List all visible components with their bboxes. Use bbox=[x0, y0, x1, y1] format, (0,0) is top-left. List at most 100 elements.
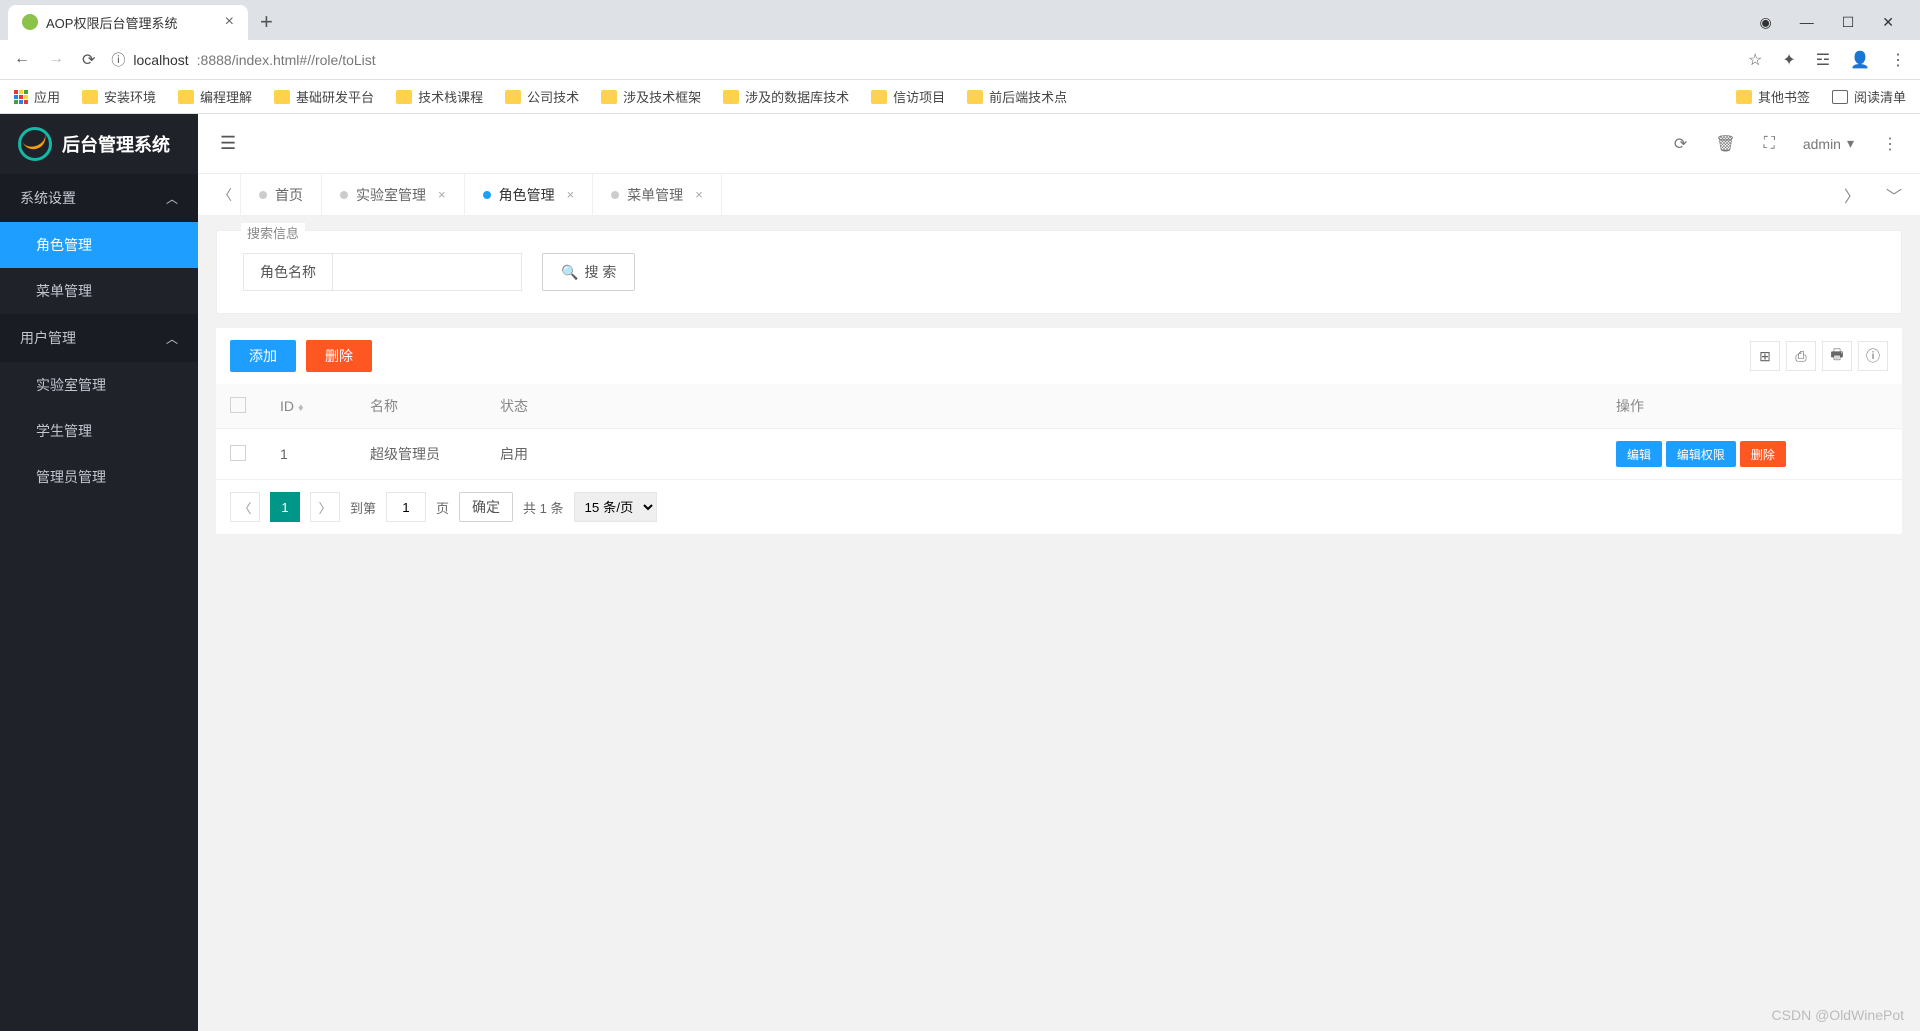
reading-list[interactable]: 阅读清单 bbox=[1832, 87, 1906, 106]
bookmark-item[interactable]: 涉及技术框架 bbox=[601, 87, 701, 106]
export-icon[interactable]: ⎙ bbox=[1786, 341, 1816, 371]
bookmark-item[interactable]: 涉及的数据库技术 bbox=[723, 87, 849, 106]
sidebar-group-user[interactable]: 用户管理 ︿ bbox=[0, 314, 198, 362]
user-dropdown[interactable]: admin ▾ bbox=[1803, 135, 1854, 152]
sidebar-group-system[interactable]: 系统设置 ︿ bbox=[0, 174, 198, 222]
star-icon[interactable]: ☆ bbox=[1748, 50, 1762, 70]
folder-icon bbox=[274, 90, 290, 104]
sidebar: 后台管理系统 系统设置 ︿ 角色管理 菜单管理 用户管理 ︿ 实验室管理 学生管… bbox=[0, 114, 198, 1031]
forward-icon[interactable]: → bbox=[48, 50, 64, 70]
close-tab-icon[interactable]: × bbox=[695, 187, 703, 202]
data-table: ID♦ 名称 状态 操作 1 超级管理员 启用 bbox=[216, 384, 1902, 480]
app-title: 后台管理系统 bbox=[62, 131, 170, 157]
edit-button[interactable]: 编辑 bbox=[1616, 441, 1662, 467]
data-panel: 添加 删除 ⊞ ⎙ 🖶 ⓘ ID♦ 名称 bbox=[216, 328, 1902, 534]
sidebar-item-menu[interactable]: 菜单管理 bbox=[0, 268, 198, 314]
cell-name: 超级管理员 bbox=[356, 429, 486, 480]
menu-icon[interactable]: ⋮ bbox=[1890, 50, 1906, 70]
other-bookmarks[interactable]: 其他书签 bbox=[1736, 87, 1810, 106]
info-icon[interactable]: ⓘ bbox=[1858, 341, 1888, 371]
sidebar-item-lab[interactable]: 实验室管理 bbox=[0, 362, 198, 408]
tab-role[interactable]: 角色管理× bbox=[465, 174, 594, 215]
topbar: ☰ ⟳ 🗑 ⛶ admin ▾ ⋮ bbox=[198, 114, 1920, 174]
tabs-dropdown-icon[interactable]: ﹀ bbox=[1880, 183, 1908, 207]
folder-icon bbox=[396, 90, 412, 104]
close-tab-icon[interactable]: × bbox=[225, 13, 234, 31]
delete-button[interactable]: 删除 bbox=[306, 340, 372, 372]
apps-bookmark[interactable]: 应用 bbox=[14, 87, 60, 106]
search-button[interactable]: 🔍 搜 索 bbox=[542, 253, 635, 291]
next-page-button[interactable]: 〉 bbox=[310, 492, 340, 522]
maximize-icon[interactable]: ☐ bbox=[1842, 14, 1855, 31]
row-checkbox[interactable] bbox=[230, 445, 246, 461]
extensions-icon[interactable]: ✦ bbox=[1782, 50, 1795, 70]
tab-title: AOP权限后台管理系统 bbox=[46, 13, 177, 32]
tabs-scroll-left-icon[interactable]: 〈 bbox=[210, 185, 240, 205]
address-bar[interactable]: ⓘ localhost:8888/index.html#//role/toLis… bbox=[111, 50, 1732, 70]
print-icon[interactable]: 🖶 bbox=[1822, 341, 1852, 371]
new-tab-button[interactable]: + bbox=[260, 9, 273, 35]
chevron-down-icon: ▾ bbox=[1847, 135, 1854, 152]
search-icon: 🔍 bbox=[561, 264, 578, 281]
col-status: 状态 bbox=[486, 384, 1602, 429]
folder-icon bbox=[82, 90, 98, 104]
dot-icon bbox=[483, 191, 491, 199]
chevron-up-icon: ︿ bbox=[166, 330, 178, 347]
page-suffix: 页 bbox=[436, 498, 449, 517]
col-ops: 操作 bbox=[1602, 384, 1902, 429]
sidebar-item-student[interactable]: 学生管理 bbox=[0, 408, 198, 454]
tabs-scroll-right-icon[interactable]: 〉 bbox=[1838, 183, 1866, 207]
prev-page-button[interactable]: 〈 bbox=[230, 492, 260, 522]
sidebar-item-role[interactable]: 角色管理 bbox=[0, 222, 198, 268]
goto-confirm-button[interactable]: 确定 bbox=[459, 492, 513, 522]
back-icon[interactable]: ← bbox=[14, 50, 30, 70]
edit-perm-button[interactable]: 编辑权限 bbox=[1666, 441, 1736, 467]
row-delete-button[interactable]: 删除 bbox=[1740, 441, 1786, 467]
close-tab-icon[interactable]: × bbox=[438, 187, 446, 202]
account-icon[interactable]: ◉ bbox=[1759, 14, 1771, 31]
bookmark-item[interactable]: 前后端技术点 bbox=[967, 87, 1067, 106]
close-window-icon[interactable]: ✕ bbox=[1882, 14, 1894, 31]
bookmark-item[interactable]: 技术栈课程 bbox=[396, 87, 483, 106]
add-button[interactable]: 添加 bbox=[230, 340, 296, 372]
page-number[interactable]: 1 bbox=[270, 492, 300, 522]
refresh-icon[interactable]: ⟳ bbox=[1674, 134, 1687, 154]
folder-icon bbox=[601, 90, 617, 104]
bookmark-item[interactable]: 编程理解 bbox=[178, 87, 252, 106]
info-icon[interactable]: ⓘ bbox=[111, 50, 125, 70]
role-name-input[interactable] bbox=[332, 253, 522, 291]
profile-icon[interactable]: 👤 bbox=[1850, 50, 1870, 70]
bookmark-item[interactable]: 基础研发平台 bbox=[274, 87, 374, 106]
bookmark-item[interactable]: 公司技术 bbox=[505, 87, 579, 106]
sidebar-item-admin[interactable]: 管理员管理 bbox=[0, 454, 198, 500]
dot-icon bbox=[259, 191, 267, 199]
pagination: 〈 1 〉 到第 页 确定 共 1 条 15 条/页 bbox=[216, 480, 1902, 534]
trash-icon[interactable]: 🗑 bbox=[1715, 134, 1735, 154]
select-all-checkbox[interactable] bbox=[230, 397, 246, 413]
dot-icon bbox=[340, 191, 348, 199]
browser-tab[interactable]: AOP权限后台管理系统 × bbox=[8, 5, 248, 40]
bookmark-item[interactable]: 安装环境 bbox=[82, 87, 156, 106]
logo[interactable]: 后台管理系统 bbox=[0, 114, 198, 174]
tab-menu[interactable]: 菜单管理× bbox=[593, 174, 722, 215]
sort-icon[interactable]: ♦ bbox=[298, 402, 304, 414]
list-icon bbox=[1832, 90, 1848, 104]
goto-page-input[interactable] bbox=[386, 492, 426, 522]
url-path: :8888/index.html#//role/toList bbox=[197, 52, 376, 68]
sidebar-toggle-icon[interactable]: ☰ bbox=[220, 133, 236, 154]
bookmark-item[interactable]: 信访项目 bbox=[871, 87, 945, 106]
field-label-role-name: 角色名称 bbox=[243, 253, 332, 291]
fullscreen-icon[interactable]: ⛶ bbox=[1764, 135, 1775, 153]
columns-icon[interactable]: ⊞ bbox=[1750, 341, 1780, 371]
reload-icon[interactable]: ⟳ bbox=[82, 50, 95, 70]
close-tab-icon[interactable]: × bbox=[567, 187, 575, 202]
search-panel: 搜索信息 角色名称 🔍 搜 索 bbox=[216, 230, 1902, 314]
minimize-icon[interactable]: — bbox=[1800, 14, 1814, 31]
tab-lab[interactable]: 实验室管理× bbox=[322, 174, 465, 215]
more-icon[interactable]: ⋮ bbox=[1882, 134, 1898, 154]
tab-home[interactable]: 首页 bbox=[240, 174, 322, 215]
logo-icon bbox=[18, 127, 52, 161]
reading-list-icon[interactable]: ☲ bbox=[1816, 50, 1830, 70]
per-page-select[interactable]: 15 条/页 bbox=[574, 492, 657, 522]
folder-icon bbox=[1736, 90, 1752, 104]
